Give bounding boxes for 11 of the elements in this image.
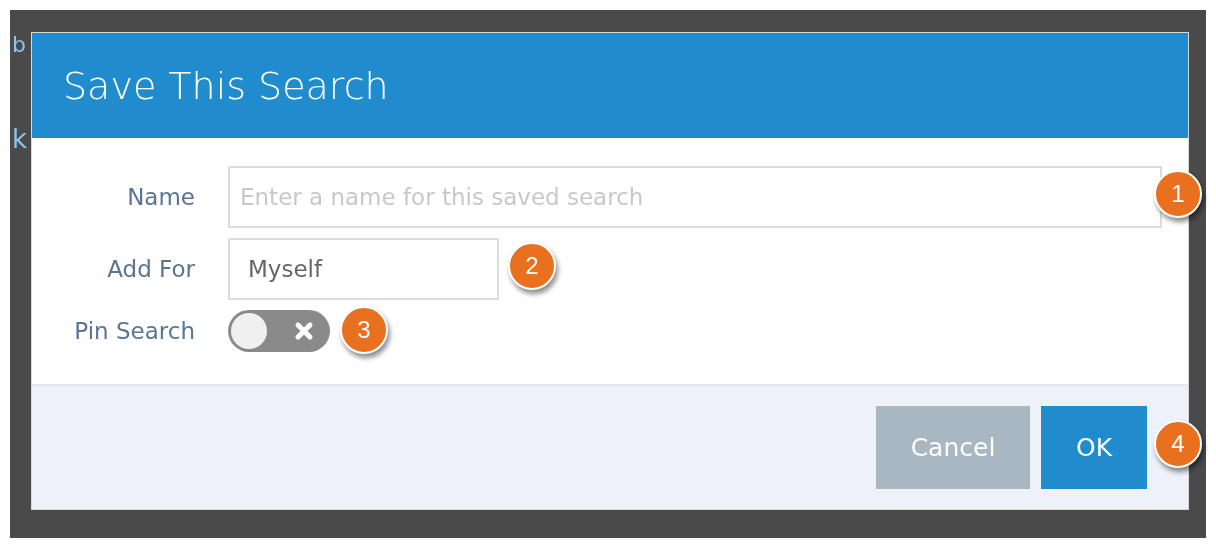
field-label: Name <box>126 184 195 210</box>
background-text: b <box>12 34 26 56</box>
add-for-field[interactable]: Myself <box>228 238 499 300</box>
field-label: Add For <box>106 256 195 282</box>
background-text: k <box>12 126 28 152</box>
close-icon <box>294 321 314 341</box>
field-label: Pin Search <box>73 318 195 344</box>
cancel-button[interactable]: Cancel <box>876 406 1030 489</box>
pin-toggle[interactable] <box>228 310 330 352</box>
ok-button[interactable]: OK <box>1041 406 1147 489</box>
dialog-title: Save This Search <box>63 63 389 108</box>
